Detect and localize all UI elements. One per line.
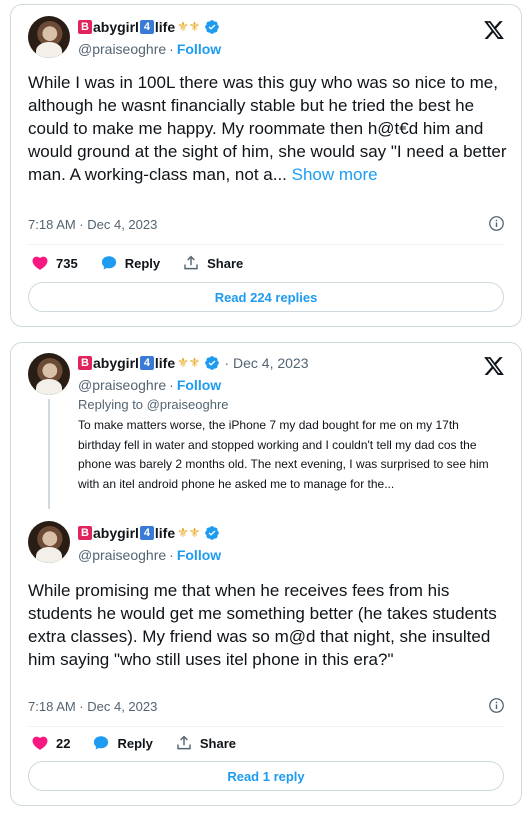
verified-badge-icon [205, 20, 220, 34]
share-icon [184, 255, 198, 270]
fleur-de-lis-icon: ⚜⚜ [177, 19, 201, 34]
verified-badge-icon [205, 356, 220, 370]
action-bar: 22 Reply Share [31, 734, 258, 752]
avatar[interactable] [28, 521, 70, 563]
action-bar: 735 Reply Share [31, 254, 265, 272]
handle[interactable]: @praiseoghre [78, 41, 166, 57]
name-b-letter: B [78, 356, 92, 370]
handle-row: @praiseoghre · Follow [78, 547, 221, 563]
avatar[interactable] [28, 353, 70, 395]
reply-label: Reply [124, 255, 161, 271]
separator-dot: · [169, 547, 174, 563]
tweet-text: While promising me that when he receives… [28, 581, 497, 669]
tweet-card-2[interactable]: B abygirl 4 life ⚜⚜ · Dec 4, 2023 @prais… [10, 342, 522, 806]
follow-button[interactable]: Follow [177, 547, 221, 563]
read-replies-button[interactable]: Read 1 reply [28, 761, 504, 791]
tweet-text-content: While I was in 100L there was this guy w… [28, 73, 507, 184]
name-part-1: abygirl [93, 19, 139, 35]
handle[interactable]: @praiseoghre [78, 547, 166, 563]
like-button[interactable]: 735 [31, 254, 78, 272]
name-part-1: abygirl [93, 355, 139, 371]
handle[interactable]: @praiseoghre [78, 377, 166, 393]
name-four-digit: 4 [139, 20, 154, 34]
name-four-digit: 4 [139, 356, 154, 370]
follow-button[interactable]: Follow [177, 41, 221, 57]
timestamp[interactable]: 7:18 AM · Dec 4, 2023 [28, 699, 157, 714]
timestamp[interactable]: 7:18 AM · Dec 4, 2023 [28, 217, 157, 232]
info-icon[interactable] [488, 215, 505, 232]
separator-dot: · [169, 41, 174, 57]
replying-to[interactable]: Replying to @praiseoghre [78, 397, 229, 412]
heart-icon [32, 736, 48, 750]
share-button[interactable]: Share [182, 254, 243, 272]
name-b-letter: B [78, 20, 92, 34]
name-part-2: life [154, 355, 176, 371]
tweet-date[interactable]: · Dec 4, 2023 [224, 355, 308, 371]
reply-bubble-icon [94, 736, 109, 750]
avatar[interactable] [28, 16, 70, 58]
name-four-digit: 4 [139, 526, 154, 540]
like-button[interactable]: 22 [31, 734, 70, 752]
share-label: Share [207, 255, 244, 271]
share-label: Share [199, 735, 237, 751]
show-more-link[interactable]: Show more [292, 165, 378, 184]
divider [28, 726, 504, 727]
x-logo-icon[interactable] [483, 355, 505, 377]
tweet-card-1[interactable]: B abygirl 4 life ⚜⚜ @praiseoghre · Follow … [10, 4, 522, 327]
fleur-de-lis-icon: ⚜⚜ [177, 355, 201, 370]
info-icon[interactable] [488, 697, 505, 714]
share-button[interactable]: Share [175, 734, 236, 752]
separator-dot: · [169, 377, 174, 393]
reply-bubble-icon [101, 256, 116, 270]
fleur-de-lis-icon: ⚜⚜ [177, 525, 201, 540]
name-part-2: life [154, 19, 176, 35]
share-icon [177, 735, 191, 750]
heart-icon [32, 256, 48, 270]
display-name[interactable]: B abygirl 4 life ⚜⚜ [78, 525, 220, 541]
follow-button[interactable]: Follow [177, 377, 221, 393]
name-b-letter: B [78, 526, 92, 540]
verified-badge-icon [205, 526, 220, 540]
reply-tweet-text: To make matters worse, the iPhone 7 my d… [78, 418, 489, 491]
reply-button[interactable]: Reply [92, 734, 153, 752]
divider [28, 244, 504, 245]
like-count: 735 [56, 255, 78, 271]
x-logo-icon[interactable] [483, 19, 505, 41]
handle-row: @praiseoghre · Follow [78, 41, 221, 57]
reply-button[interactable]: Reply [100, 254, 160, 272]
display-name[interactable]: B abygirl 4 life ⚜⚜ · Dec 4, 2023 [78, 355, 309, 371]
display-name[interactable]: B abygirl 4 life ⚜⚜ [78, 19, 220, 35]
tweet-text: While I was in 100L there was this guy w… [28, 71, 513, 186]
thread-connector-line [48, 399, 50, 509]
read-replies-button[interactable]: Read 224 replies [28, 282, 504, 312]
reply-label: Reply [117, 735, 153, 751]
like-count: 22 [56, 735, 71, 751]
name-part-1: abygirl [93, 525, 139, 541]
name-part-2: life [154, 525, 176, 541]
handle-row: @praiseoghre · Follow [78, 377, 221, 393]
